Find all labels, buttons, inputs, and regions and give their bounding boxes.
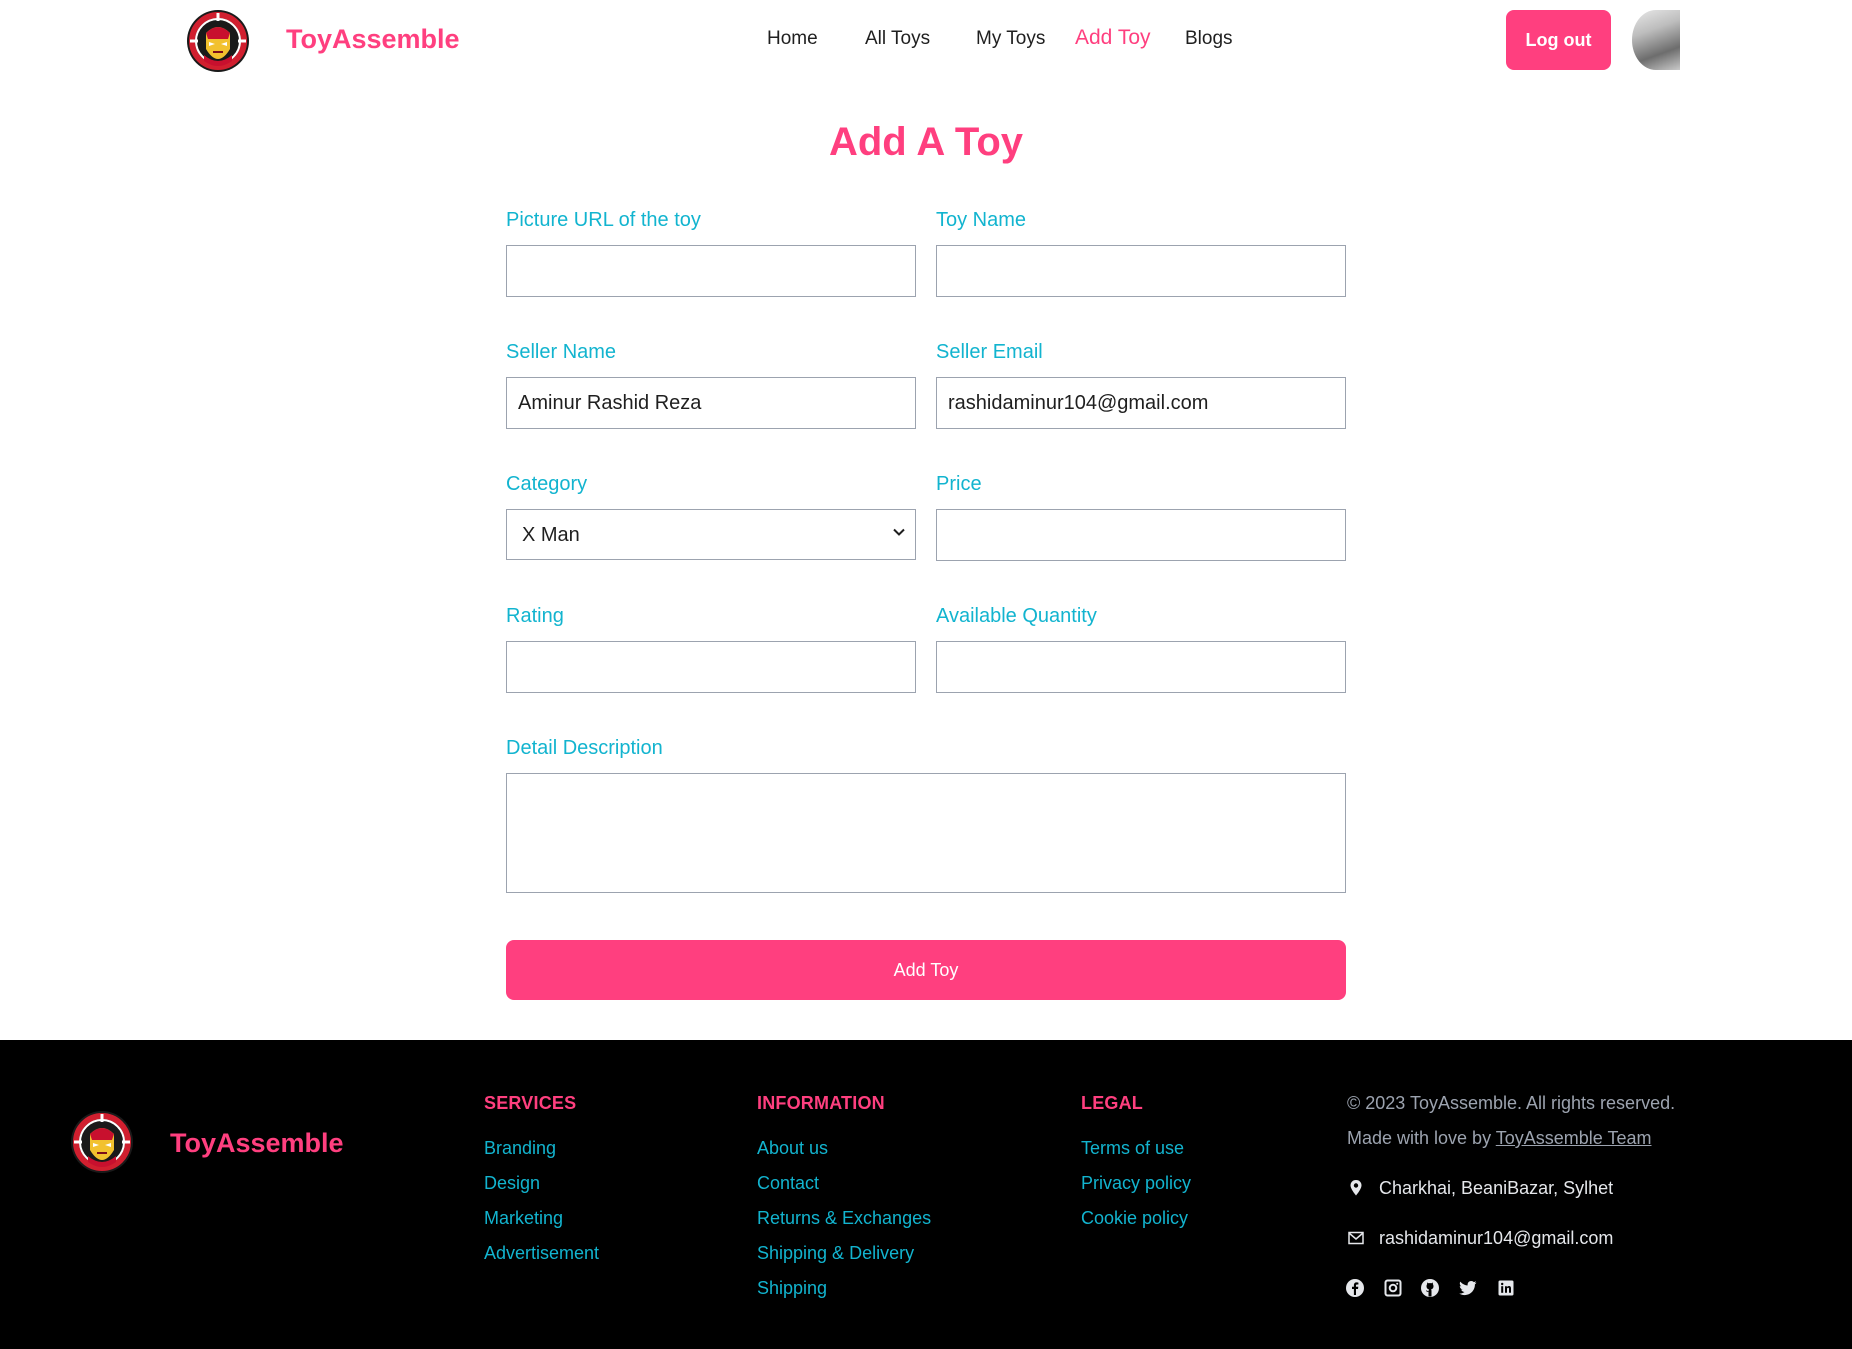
team-link[interactable]: ToyAssemble Team [1496, 1128, 1652, 1148]
nav-link-all-toys[interactable]: All Toys [865, 28, 930, 50]
toy-name-label: Toy Name [936, 209, 1027, 231]
copyright-text: © 2023 ToyAssemble. All rights reserved. [1347, 1093, 1676, 1113]
footer-link-shipping[interactable]: Shipping [757, 1278, 827, 1299]
footer-link-design[interactable]: Design [484, 1173, 540, 1194]
footer-link-marketing[interactable]: Marketing [484, 1208, 563, 1229]
footer-link-cookie-policy[interactable]: Cookie policy [1081, 1208, 1188, 1229]
mail-icon [1348, 1231, 1364, 1245]
category-selected-value: X Man [522, 524, 580, 546]
nav-link-blogs[interactable]: Blogs [1185, 28, 1233, 50]
instagram-icon[interactable] [1383, 1278, 1403, 1298]
seller-name-label: Seller Name [506, 341, 617, 363]
nav-link-add-toy[interactable]: Add Toy [1075, 26, 1151, 50]
navbar: ToyAssemble Home All Toys My Toys Add To… [0, 0, 1852, 84]
address-text: Charkhai, BeaniBazar, Sylhet [1379, 1178, 1614, 1198]
category-select[interactable]: X Man [506, 509, 916, 560]
category-label: Category [506, 473, 588, 495]
chevron-down-icon [893, 528, 905, 536]
footer-link-about-us[interactable]: About us [757, 1138, 828, 1159]
price-label: Price [936, 473, 982, 495]
footer-link-contact[interactable]: Contact [757, 1173, 819, 1194]
toy-name-input[interactable] [936, 245, 1346, 297]
seller-email-input[interactable] [936, 377, 1346, 429]
detail-description-textarea[interactable] [506, 773, 1346, 893]
facebook-icon[interactable] [1345, 1278, 1365, 1298]
ironman-logo-icon[interactable] [70, 1110, 134, 1174]
detail-description-label: Detail Description [506, 737, 663, 759]
seller-name-input[interactable] [506, 377, 916, 429]
footer-link-branding[interactable]: Branding [484, 1138, 556, 1159]
price-input[interactable] [936, 509, 1346, 561]
made-with-love-text: Made with love by ToyAssemble Team [1347, 1128, 1652, 1149]
rating-label: Rating [506, 605, 564, 627]
available-quantity-label: Available Quantity [936, 605, 1097, 627]
made-with-prefix: Made with love by [1347, 1128, 1492, 1148]
legal-heading: LEGAL [1081, 1093, 1143, 1113]
location-pin-icon [1350, 1180, 1362, 1196]
twitter-icon[interactable] [1458, 1278, 1478, 1298]
seller-email-label: Seller Email [936, 341, 1043, 363]
nav-link-home[interactable]: Home [767, 28, 818, 50]
page-title: Add A Toy [828, 120, 1024, 164]
nav-link-my-toys[interactable]: My Toys [976, 28, 1045, 50]
footer-link-privacy-policy[interactable]: Privacy policy [1081, 1173, 1191, 1194]
linkedin-icon[interactable] [1496, 1278, 1516, 1298]
information-heading: INFORMATION [757, 1093, 885, 1113]
footer-email-text: rashidaminur104@gmail.com [1379, 1228, 1614, 1248]
add-toy-submit-button[interactable]: Add Toy [506, 940, 1346, 1000]
footer: ToyAssemble SERVICES Branding Design Mar… [0, 1040, 1852, 1349]
footer-link-terms-of-use[interactable]: Terms of use [1081, 1138, 1184, 1159]
services-heading: SERVICES [484, 1093, 577, 1113]
footer-link-returns-exchanges[interactable]: Returns & Exchanges [757, 1208, 931, 1229]
picture-url-label: Picture URL of the toy [506, 209, 701, 231]
github-icon[interactable] [1420, 1278, 1440, 1298]
footer-link-advertisement[interactable]: Advertisement [484, 1243, 599, 1264]
rating-input[interactable] [506, 641, 916, 693]
footer-brand-name[interactable]: ToyAssemble [170, 1128, 344, 1159]
logout-button[interactable]: Log out [1506, 10, 1611, 70]
footer-link-shipping-delivery[interactable]: Shipping & Delivery [757, 1243, 914, 1264]
avatar[interactable] [1632, 10, 1680, 70]
available-quantity-input[interactable] [936, 641, 1346, 693]
picture-url-input[interactable] [506, 245, 916, 297]
